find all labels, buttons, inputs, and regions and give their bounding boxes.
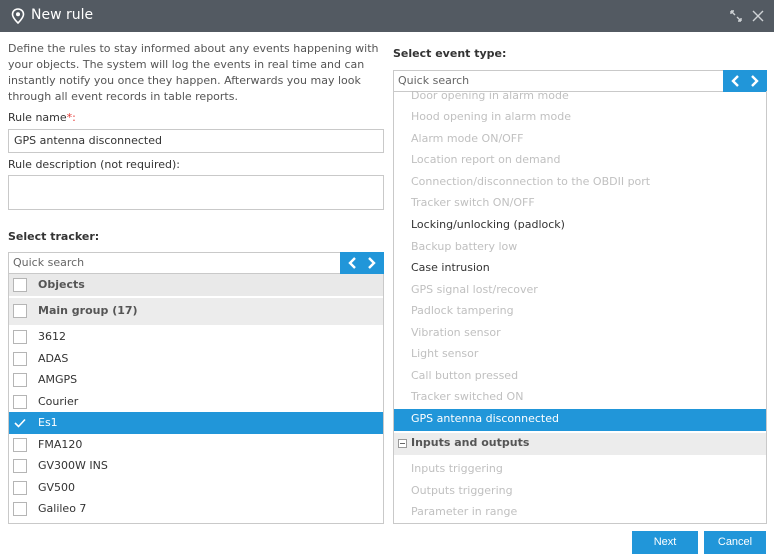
chevron-left-icon[interactable] — [728, 73, 744, 89]
event-item: Backup battery low — [411, 240, 518, 253]
tracker-row[interactable]: FMA120 — [9, 434, 383, 456]
event-type-list[interactable]: Door opening in alarm mode Hood opening … — [393, 91, 767, 524]
tracker-name: AMGPS — [38, 373, 78, 386]
window-titlebar: New rule — [0, 0, 774, 32]
tracker-row-selected[interactable]: Es1 — [9, 412, 383, 434]
required-marker: *: — [66, 111, 76, 124]
rule-name-input[interactable]: GPS antenna disconnected — [8, 129, 384, 153]
event-item: Tracker switched ON — [411, 390, 524, 403]
tracker-checkbox[interactable] — [13, 352, 27, 366]
event-item: Padlock tampering — [411, 304, 514, 317]
tracker-checkbox[interactable] — [13, 438, 27, 452]
event-item-available[interactable]: Case intrusion — [394, 258, 766, 280]
select-event-heading: Select event type: — [393, 47, 507, 60]
event-category-row[interactable]: Inputs and outputs — [394, 433, 766, 455]
tracker-group-row[interactable]: Main group (17) — [9, 298, 383, 325]
tracker-name: GV500 — [38, 481, 76, 494]
tracker-checkbox[interactable] — [13, 330, 27, 344]
tracker-name: Es1 — [38, 416, 58, 429]
tracker-row[interactable]: AMGPS — [9, 369, 383, 391]
tracker-search[interactable]: Quick search — [8, 252, 384, 274]
location-pin-icon — [11, 8, 25, 24]
event-item: Call button pressed — [411, 369, 519, 382]
tracker-checkbox[interactable] — [13, 373, 27, 387]
tracker-checkbox[interactable] — [13, 459, 27, 473]
checkmark-icon — [14, 418, 26, 428]
group-checkbox[interactable] — [13, 304, 27, 318]
select-all-checkbox[interactable] — [13, 278, 27, 292]
tracker-row[interactable]: Courier — [9, 391, 383, 413]
event-item: Outputs triggering — [411, 484, 513, 497]
rule-name-label: Rule name*: — [8, 111, 76, 124]
window-title: New rule — [31, 7, 94, 23]
event-item-selected[interactable]: GPS antenna disconnected — [394, 409, 766, 431]
rule-description-label: Rule description (not required): — [8, 158, 180, 171]
tracker-name: Courier — [38, 395, 79, 408]
chevron-right-icon[interactable] — [363, 255, 379, 271]
tracker-row[interactable]: GV500 — [9, 477, 383, 499]
event-item: Parameter in range — [411, 505, 518, 518]
next-button[interactable]: Next — [632, 531, 698, 554]
close-icon[interactable] — [751, 9, 765, 23]
event-item: Tracker switch ON/OFF — [411, 196, 535, 209]
event-search[interactable]: Quick search — [393, 70, 767, 92]
event-item-available[interactable]: Locking/unlocking (padlock) — [394, 215, 766, 237]
tracker-row[interactable]: Galileo 7 — [9, 498, 383, 520]
event-item: Connection/disconnection to the OBDII po… — [411, 175, 651, 188]
cancel-button[interactable]: Cancel — [704, 531, 766, 554]
tracker-checkbox[interactable] — [13, 481, 27, 495]
tracker-row[interactable]: GV300W INS — [9, 455, 383, 477]
tracker-checkbox-checked[interactable] — [13, 416, 27, 430]
select-tracker-heading: Select tracker: — [8, 230, 100, 243]
rule-description-input[interactable] — [8, 175, 384, 210]
tracker-row[interactable]: ADAS — [9, 348, 383, 370]
collapse-icon[interactable] — [398, 439, 407, 448]
event-item: Vibration sensor — [411, 326, 501, 339]
objects-header-row[interactable]: Objects — [9, 274, 383, 296]
tracker-nav-arrows — [340, 252, 384, 274]
tracker-name: 3612 — [38, 330, 66, 343]
tracker-list[interactable]: Objects Main group (17) 3612 ADAS AMGPS … — [8, 274, 384, 524]
event-item: Hood opening in alarm mode — [411, 110, 571, 123]
expand-icon[interactable] — [729, 9, 743, 23]
tracker-search-placeholder: Quick search — [13, 256, 85, 269]
event-item: Light sensor — [411, 347, 479, 360]
event-search-placeholder: Quick search — [398, 74, 470, 87]
chevron-right-icon[interactable] — [746, 73, 762, 89]
event-item: Location report on demand — [411, 153, 561, 166]
event-item: Alarm mode ON/OFF — [411, 132, 524, 145]
tracker-name: FMA120 — [38, 438, 83, 451]
event-item: GPS signal lost/recover — [411, 283, 538, 296]
tracker-checkbox[interactable] — [13, 502, 27, 516]
objects-header-label: Objects — [38, 278, 85, 291]
event-nav-arrows — [723, 70, 767, 92]
tracker-name: GV300W INS — [38, 459, 108, 472]
tracker-name: ADAS — [38, 352, 69, 365]
tracker-name: Galileo 7 — [38, 502, 87, 515]
tracker-group-label: Main group (17) — [38, 304, 138, 317]
event-item: Inputs triggering — [411, 462, 503, 475]
intro-text: Define the rules to stay informed about … — [8, 42, 379, 103]
chevron-left-icon[interactable] — [345, 255, 361, 271]
tracker-checkbox[interactable] — [13, 395, 27, 409]
tracker-row[interactable]: 3612 — [9, 326, 383, 348]
event-item: Door opening in alarm mode — [411, 91, 569, 102]
